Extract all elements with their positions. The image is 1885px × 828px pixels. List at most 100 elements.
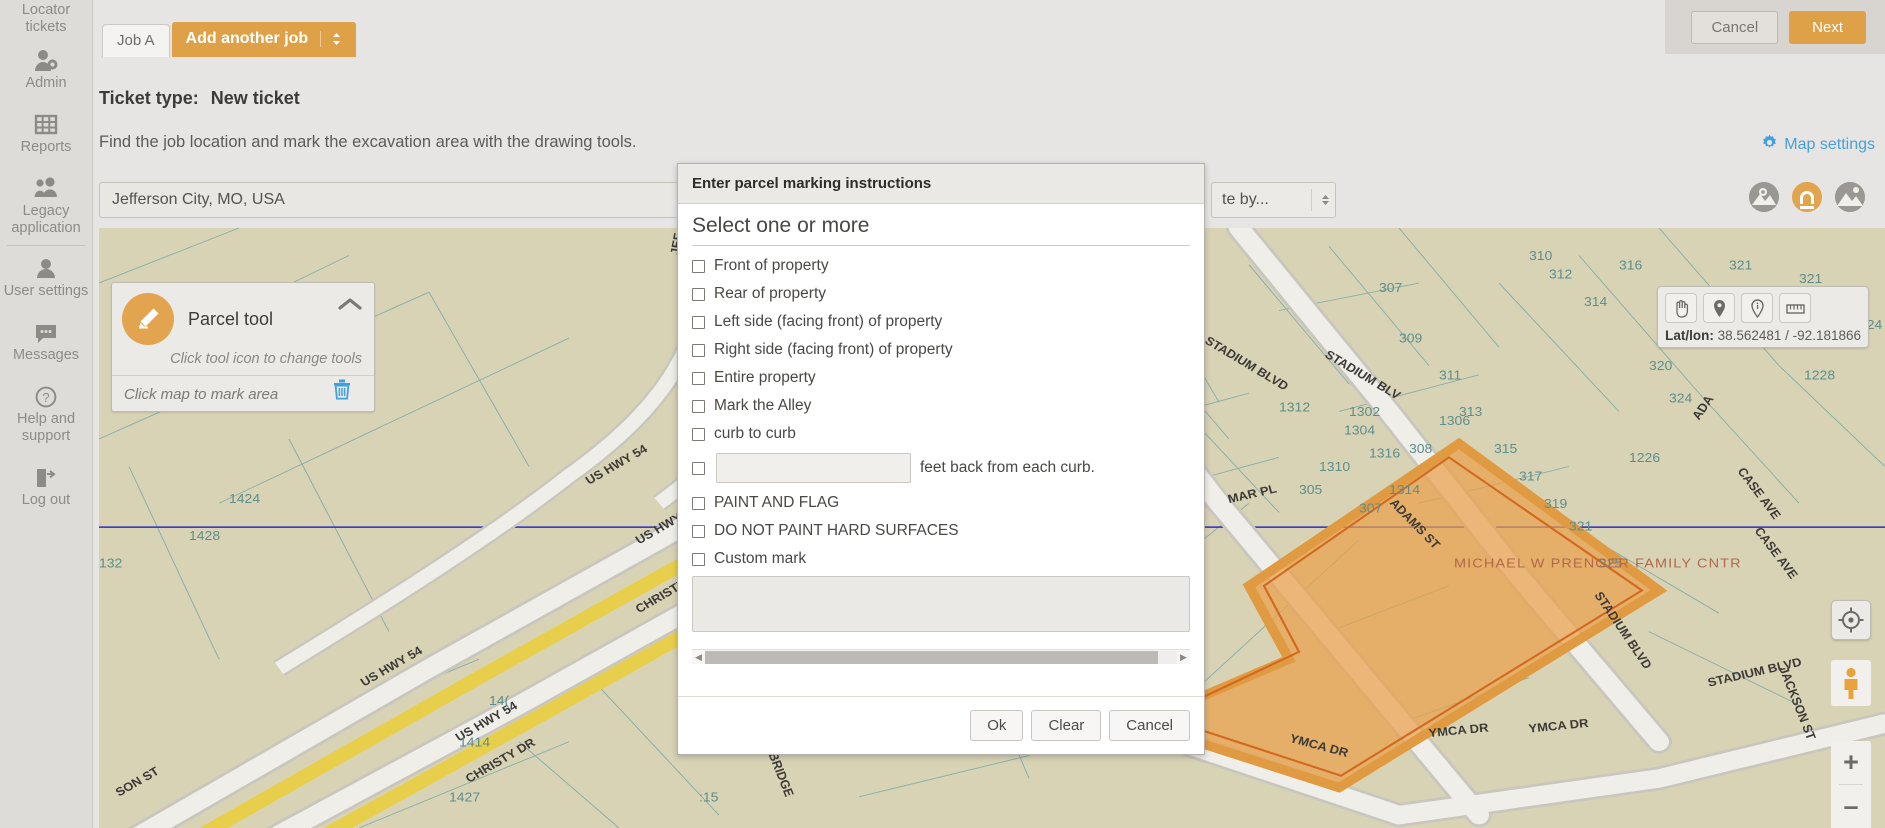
checkbox-left-side-of-property[interactable] — [692, 315, 705, 329]
left-sidebar: Locator tickets Admin Reports Legacy app… — [0, 0, 93, 828]
dialog-cancel-button[interactable]: Cancel — [1109, 710, 1190, 741]
logout-arrow-icon — [33, 465, 59, 491]
measure-ruler-icon[interactable] — [1779, 293, 1812, 323]
chevron-updown-icon — [1311, 189, 1331, 211]
updown-caret-icon[interactable] — [320, 31, 352, 47]
street-view-pegman-icon[interactable] — [1831, 660, 1871, 706]
checkbox-do-not-paint-hard-surfaces[interactable] — [692, 524, 705, 538]
next-button[interactable]: Next — [1789, 10, 1866, 44]
cancel-button[interactable]: Cancel — [1691, 10, 1779, 44]
sidebar-item-help-and-support[interactable]: ? Help and support — [0, 380, 93, 451]
checkbox-curb-to-curb[interactable] — [692, 427, 705, 441]
feet-back-input[interactable] — [716, 453, 911, 483]
user-gear-icon — [33, 48, 59, 74]
parcel-number: 309 — [1399, 331, 1422, 345]
map-mode-icons — [1749, 182, 1865, 212]
option-label: Right side (facing front) of property — [714, 341, 953, 358]
dialog-ok-button[interactable]: Ok — [970, 710, 1024, 741]
map-view-icon[interactable] — [1749, 182, 1779, 212]
tab-job-a[interactable]: Job A — [102, 24, 170, 57]
map-settings-link[interactable]: Map settings — [1761, 134, 1875, 156]
sidebar-item-locator-tickets[interactable]: Locator tickets — [0, 2, 93, 36]
checkbox-entire-property[interactable] — [692, 371, 705, 385]
checkbox-mark-the-alley[interactable] — [692, 399, 705, 413]
sidebar-item-log-out[interactable]: Log out — [0, 461, 93, 515]
scrollbar-track[interactable] — [705, 650, 1177, 664]
satellite-view-icon[interactable] — [1792, 182, 1822, 212]
parcel-tool-panel: Parcel tool Click tool icon to change to… — [111, 282, 375, 412]
parcel-tool-subtext: Click tool icon to change tools — [112, 351, 374, 376]
ticket-type-label: Ticket type: — [99, 88, 199, 108]
collapse-chevron-up-icon[interactable] — [338, 297, 362, 316]
option-label: Mark the Alley — [714, 397, 812, 414]
scroll-left-arrow-icon[interactable]: ◀ — [692, 652, 705, 663]
two-people-icon — [33, 176, 59, 202]
sidebar-item-label: Messages — [12, 347, 80, 363]
option-row[interactable]: DO NOT PAINT HARD SURFACES — [692, 522, 1190, 540]
option-row[interactable]: Entire property — [692, 369, 1190, 387]
map-pin-info-icon[interactable] — [1741, 293, 1774, 323]
parcel-number: 14( — [489, 694, 510, 708]
dialog-clear-button[interactable]: Clear — [1031, 710, 1102, 741]
terrain-view-icon[interactable] — [1835, 182, 1865, 212]
parcel-number: 308 — [1409, 441, 1432, 455]
dialog-body: Select one or more Front of property Rea… — [678, 204, 1204, 696]
scrollbar-thumb[interactable] — [705, 650, 1159, 664]
latlon-value: 38.562481 / -92.181866 — [1717, 328, 1861, 343]
svg-text:?: ? — [42, 390, 49, 405]
option-row[interactable]: PAINT AND FLAG — [692, 494, 1190, 512]
pencil-tool-icon[interactable] — [122, 293, 174, 345]
parcel-number: 313 — [1459, 405, 1482, 419]
checkbox-front-of-property[interactable] — [692, 259, 705, 273]
checkbox-custom-mark[interactable] — [692, 552, 705, 566]
option-row[interactable]: curb to curb — [692, 425, 1190, 443]
add-another-job-button[interactable]: Add another job — [171, 22, 357, 57]
checkbox-right-side-of-property[interactable] — [692, 343, 705, 357]
delete-trash-icon[interactable] — [332, 378, 352, 405]
option-label: Custom mark — [714, 550, 807, 567]
sidebar-item-messages[interactable]: Messages — [0, 316, 93, 370]
option-row[interactable]: Mark the Alley — [692, 397, 1190, 415]
checkbox-paint-and-flag[interactable] — [692, 496, 705, 510]
option-row[interactable]: Custom mark — [692, 550, 1190, 568]
tab-job-a-label: Job A — [117, 32, 155, 49]
locate-me-target-icon[interactable] — [1831, 600, 1871, 640]
option-row[interactable]: Right side (facing front) of property — [692, 341, 1190, 359]
table-grid-icon — [33, 112, 59, 138]
checkbox-rear-of-property[interactable] — [692, 287, 705, 301]
checkbox-feet-back-from-each-curb[interactable] — [692, 461, 705, 475]
latlon-label: Lat/lon: — [1665, 328, 1714, 343]
parcel-number: 305 — [1299, 483, 1322, 497]
sidebar-item-user-settings[interactable]: User settings — [0, 252, 93, 306]
parcel-marking-instructions-dialog: Enter parcel marking instructions Select… — [677, 163, 1205, 755]
zoom-out-button[interactable]: – — [1831, 785, 1871, 828]
parcel-number: 1424 — [229, 492, 261, 506]
parcel-number: 1302 — [1349, 405, 1380, 419]
parcel-number: 312 — [1549, 267, 1572, 281]
option-row[interactable]: Left side (facing front) of property — [692, 313, 1190, 331]
feet-back-suffix-label: feet back from each curb. — [920, 459, 1095, 476]
custom-mark-textarea[interactable] — [692, 576, 1190, 632]
option-row[interactable]: Front of property — [692, 257, 1190, 275]
pan-hand-icon[interactable] — [1665, 293, 1698, 323]
parcel-number: 307 — [1359, 501, 1382, 515]
sidebar-item-label: User settings — [3, 283, 89, 299]
locate-by-dropdown[interactable]: te by... — [1211, 182, 1336, 218]
parcel-number: 319 — [1544, 496, 1567, 510]
option-label: PAINT AND FLAG — [714, 494, 840, 511]
parcel-number: 1314 — [1389, 483, 1421, 497]
parcel-number: 324 — [1669, 391, 1693, 405]
top-bar: Job A Add another job Cancel Next — [93, 0, 1885, 57]
zoom-in-button[interactable]: + — [1831, 741, 1871, 784]
sidebar-item-label: Legacy application — [11, 203, 81, 236]
parcel-number: 1228 — [1804, 368, 1835, 382]
sidebar-item-reports[interactable]: Reports — [0, 108, 93, 162]
option-row[interactable]: Rear of property — [692, 285, 1190, 303]
map-pin-icon[interactable] — [1703, 293, 1736, 323]
scroll-right-arrow-icon[interactable]: ▶ — [1177, 652, 1190, 663]
sidebar-item-legacy-application[interactable]: Legacy application — [0, 172, 93, 243]
sidebar-item-admin[interactable]: Admin — [0, 44, 93, 98]
feet-back-row: feet back from each curb. — [692, 453, 1190, 483]
dialog-horizontal-scrollbar[interactable]: ◀ ▶ — [692, 649, 1190, 664]
option-label: Left side (facing front) of property — [714, 313, 943, 330]
